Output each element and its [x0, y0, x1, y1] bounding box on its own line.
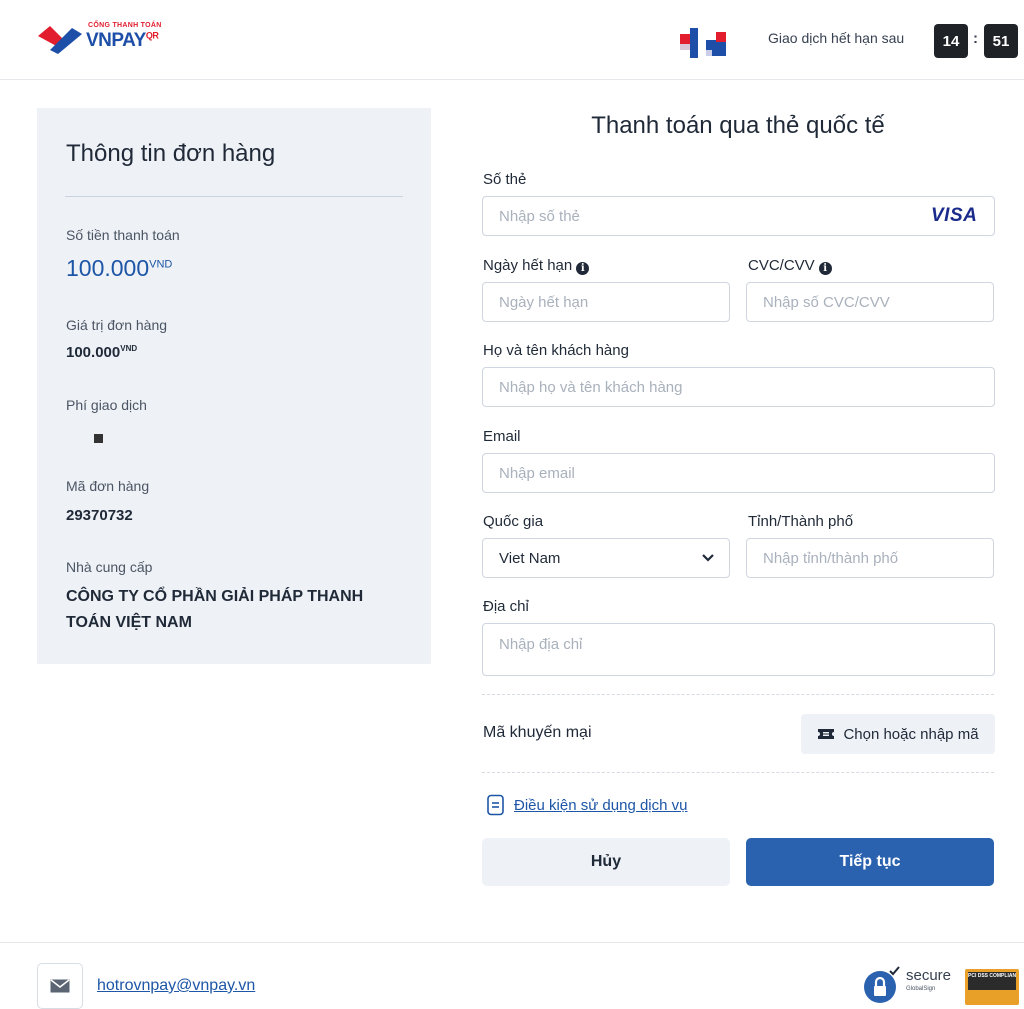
order-value-label: Giá trị đơn hàng [66, 317, 168, 333]
visa-logo: VISA [931, 205, 978, 226]
form-title: Thanh toán qua thẻ quốc tế [591, 112, 885, 139]
name-label: Họ và tên khách hàng [483, 342, 629, 359]
provider-label: Nhà cung cấp [66, 559, 153, 575]
logo-wordmark: VNPAYQR [86, 30, 159, 51]
country-value: Viet Nam [499, 549, 561, 567]
pci-badge: PCI DSS COMPLIANT [965, 969, 1019, 1005]
order-title: Thông tin đơn hàng [66, 140, 276, 167]
secure-badge: secure GlobalSign [862, 965, 958, 1005]
amount-value: 100.000VND [66, 255, 173, 281]
support-email-link[interactable]: hotrovnpay@vnpay.vn [97, 977, 255, 995]
timer-separator: : [973, 30, 978, 47]
info-icon[interactable]: i [576, 262, 590, 275]
logo-tagline: CỔNG THANH TOÁN [88, 22, 162, 29]
mail-icon [50, 979, 70, 993]
footer: hotrovnpay@vnpay.vn secure GlobalSign PC… [0, 942, 1024, 1009]
mail-button[interactable] [37, 963, 83, 1009]
divider [482, 772, 994, 773]
secure-text: secure [906, 967, 952, 984]
promo-label: Mã khuyến mại [483, 724, 592, 741]
document-icon [487, 794, 504, 816]
country-select[interactable]: Viet Nam [482, 538, 730, 578]
order-info-panel: Thông tin đơn hàng Số tiền thanh toán 10… [37, 108, 431, 664]
order-id-label: Mã đơn hàng [66, 478, 150, 494]
country-label: Quốc gia [483, 513, 544, 530]
fee-label: Phí giao dịch [66, 397, 147, 413]
timer-seconds: 51 [984, 24, 1018, 58]
timer-minutes: 14 [934, 24, 968, 58]
continue-button[interactable]: Tiếp tục [746, 838, 994, 886]
vnpay-logo-icon [38, 26, 82, 54]
expiry-label: Ngày hết hạn i [483, 257, 590, 275]
email-label: Email [483, 428, 521, 445]
cancel-button[interactable]: Hủy [482, 838, 730, 886]
divider [482, 694, 994, 695]
city-input[interactable] [746, 538, 994, 578]
email-input[interactable] [482, 453, 995, 493]
secure-sub: GlobalSign [906, 986, 936, 992]
address-input[interactable] [482, 623, 995, 676]
flag-icon[interactable] [672, 26, 728, 60]
vnpay-logo[interactable]: CỔNG THANH TOÁN VNPAYQR [36, 18, 176, 60]
divider [65, 196, 403, 197]
terms-link[interactable]: Điều kiện sử dụng dịch vụ [514, 797, 687, 814]
promo-button-label: Chọn hoặc nhập mã [843, 725, 979, 743]
fee-redacted [94, 434, 103, 443]
info-icon[interactable]: i [818, 262, 832, 275]
ticket-icon [818, 729, 835, 739]
terms: Điều kiện sử dụng dịch vụ [486, 794, 687, 816]
pci-text: PCI DSS COMPLIANT [968, 972, 1016, 990]
address-label: Địa chỉ [483, 598, 529, 615]
name-input[interactable] [482, 367, 995, 407]
promo-button[interactable]: Chọn hoặc nhập mã [801, 714, 995, 754]
expire-label: Giao dịch hết hạn sau [768, 30, 905, 46]
card-number-label: Số thẻ [483, 171, 527, 188]
header: CỔNG THANH TOÁN VNPAYQR Giao dịch hết hạ… [0, 0, 1024, 80]
cvc-label: CVC/CVV i [748, 257, 832, 275]
city-label: Tỉnh/Thành phố [748, 513, 854, 530]
order-id: 29370732 [66, 507, 133, 524]
order-value: 100.000VND [66, 344, 138, 361]
cvc-input[interactable] [746, 282, 994, 322]
provider-name: CÔNG TY CỔ PHẦN GIẢI PHÁP THANH TOÁN VIỆ… [66, 588, 364, 631]
expiry-input[interactable] [482, 282, 730, 322]
card-number-input[interactable] [482, 196, 995, 236]
amount-label: Số tiền thanh toán [66, 227, 180, 243]
chevron-down-icon [702, 554, 714, 562]
lock-icon [864, 966, 900, 1003]
